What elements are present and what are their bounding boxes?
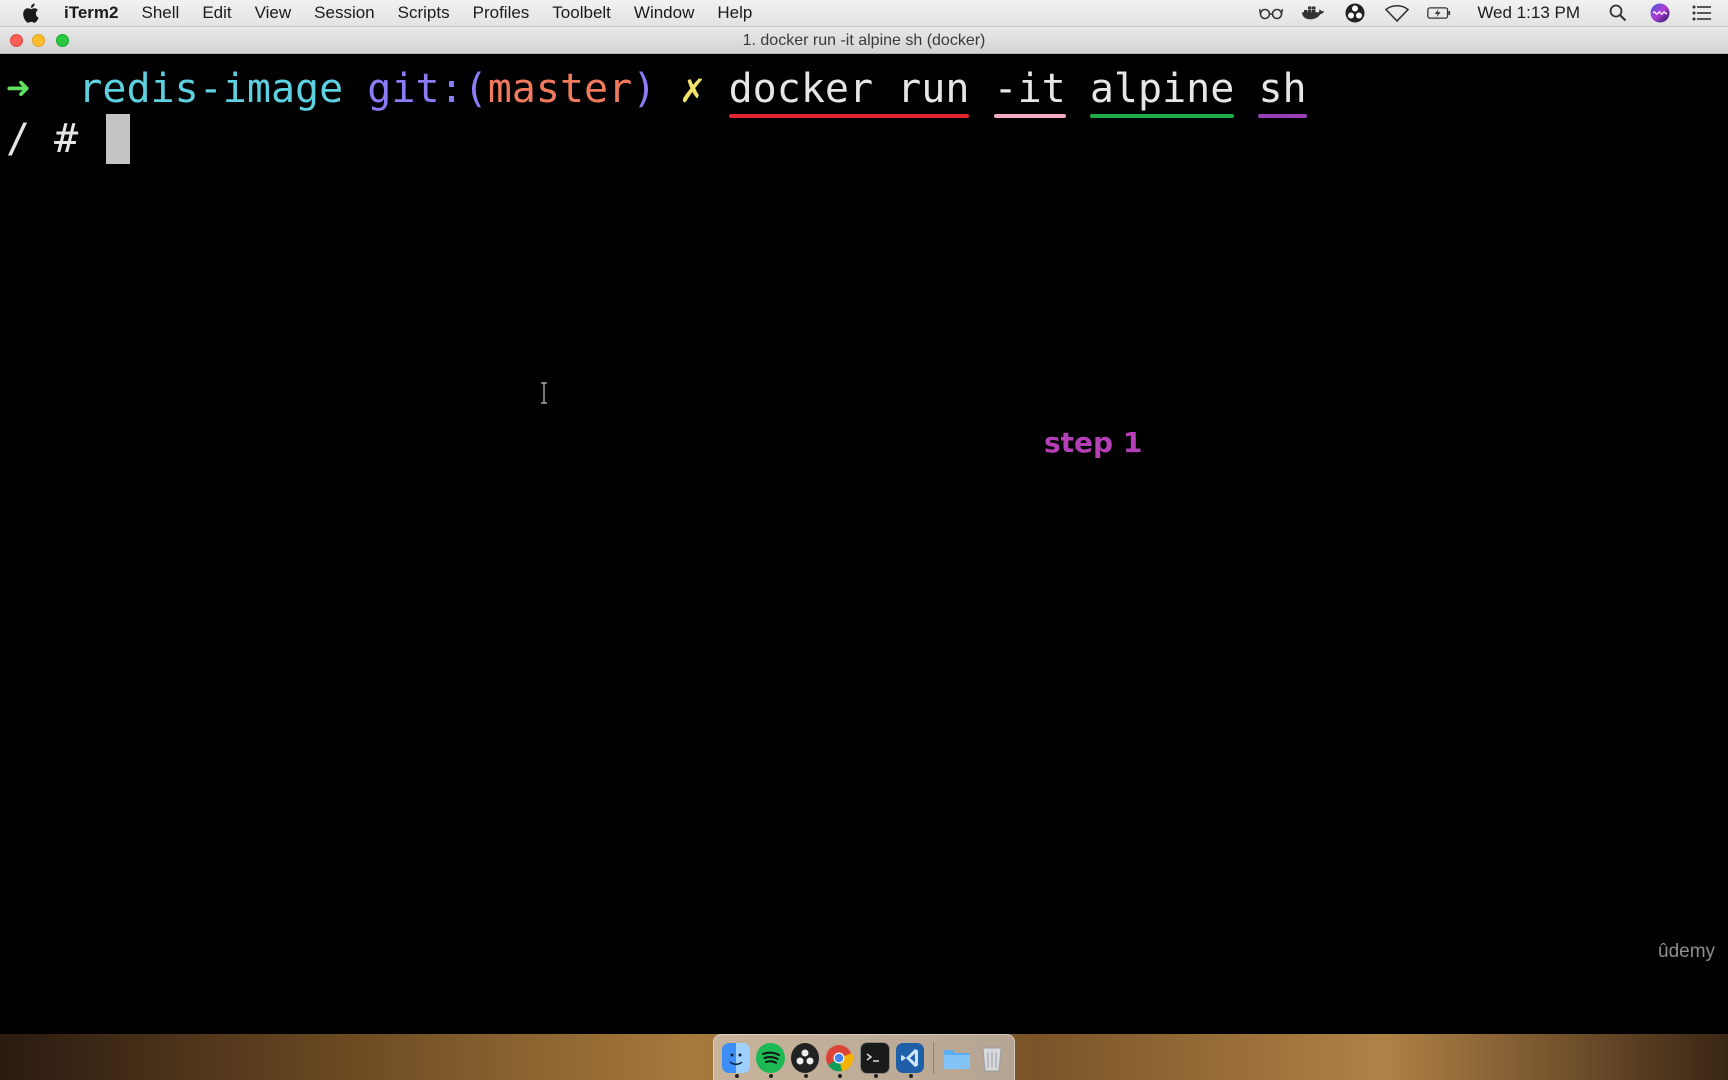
- step-annotation: step 1: [1044, 426, 1143, 459]
- notification-center-icon[interactable]: [1690, 3, 1714, 23]
- command-token-text: alpine: [1089, 66, 1235, 112]
- chrome-icon[interactable]: [825, 1043, 854, 1078]
- obs-status-icon[interactable]: [1343, 3, 1367, 23]
- clock[interactable]: Wed 1:13 PM: [1477, 3, 1580, 23]
- underline-alpine: [1089, 114, 1235, 118]
- menu-scripts[interactable]: Scripts: [398, 3, 450, 23]
- terminal-area[interactable]: ➜ redis-image git:(master) ✗ docker run …: [0, 54, 1728, 1034]
- menu-shell[interactable]: Shell: [142, 3, 180, 23]
- folder-icon[interactable]: [943, 1043, 971, 1073]
- command-token-sh: sh: [1258, 66, 1307, 118]
- trash-icon[interactable]: [978, 1043, 1006, 1073]
- prompt-arrow: ➜: [6, 66, 31, 112]
- git-branch: master: [487, 66, 633, 112]
- underline-it-flag: [993, 114, 1066, 118]
- prompt-directory: redis-image: [78, 66, 344, 112]
- menu-edit[interactable]: Edit: [202, 3, 231, 23]
- command-token-text: sh: [1258, 66, 1307, 112]
- docker-icon[interactable]: [1301, 3, 1325, 23]
- status-area: Wed 1:13 PM: [1259, 0, 1714, 26]
- spotify-icon[interactable]: [756, 1042, 785, 1078]
- window-title: 1. docker run -it alpine sh (docker): [742, 32, 986, 49]
- command-token-text: docker run: [728, 66, 970, 112]
- git-prefix: git:(: [367, 66, 488, 112]
- battery-icon[interactable]: [1427, 3, 1451, 23]
- vscode-icon[interactable]: [895, 1042, 925, 1078]
- running-indicator: [803, 1073, 808, 1078]
- command-token-text: -it: [993, 66, 1066, 112]
- spotlight-search-icon[interactable]: [1606, 3, 1630, 23]
- window-title-bar[interactable]: 1. docker run -it alpine sh (docker): [0, 27, 1728, 54]
- command-line: ➜ redis-image git:(master) ✗ docker run …: [6, 62, 1307, 118]
- shell-prompt-line: / #: [6, 112, 131, 166]
- running-indicator: [838, 1073, 843, 1078]
- ibeam-cursor-icon: [541, 382, 547, 404]
- dock-separator: [933, 1041, 935, 1074]
- menu-session[interactable]: Session: [314, 3, 374, 23]
- running-indicator: [908, 1073, 913, 1078]
- command-token-alpine: alpine: [1089, 66, 1235, 118]
- menu-view[interactable]: View: [255, 3, 292, 23]
- menu-app-name[interactable]: iTerm2: [64, 3, 119, 23]
- glasses-icon[interactable]: [1259, 3, 1284, 23]
- finder-icon[interactable]: [722, 1042, 751, 1078]
- siri-icon[interactable]: [1648, 3, 1672, 23]
- menu-help[interactable]: Help: [717, 3, 752, 23]
- terminal-icon[interactable]: [859, 1041, 890, 1078]
- udemy-watermark: ûdemy: [1658, 941, 1716, 962]
- wifi-icon[interactable]: [1385, 3, 1410, 23]
- menu-toolbelt[interactable]: Toolbelt: [552, 3, 611, 23]
- text-cursor: [106, 114, 131, 164]
- command-token-it-flag: -it: [993, 66, 1066, 118]
- menu-bar: iTerm2 Shell Edit View Session Scripts P…: [0, 0, 1728, 27]
- dock: [713, 1034, 1015, 1080]
- running-indicator: [735, 1073, 739, 1078]
- command-token-docker-run: docker run: [728, 66, 970, 118]
- underline-docker-run: [728, 114, 970, 118]
- apple-icon[interactable]: [22, 3, 46, 23]
- menu-profiles[interactable]: Profiles: [473, 3, 530, 23]
- git-suffix: ): [632, 66, 657, 112]
- shell-prompt: / #: [6, 116, 79, 162]
- git-dirty-mark: ✗: [680, 66, 705, 112]
- underline-sh: [1258, 114, 1307, 118]
- running-indicator: [769, 1073, 774, 1078]
- menu-window[interactable]: Window: [634, 3, 694, 23]
- obs-icon[interactable]: [790, 1042, 820, 1078]
- running-indicator: [873, 1073, 878, 1078]
